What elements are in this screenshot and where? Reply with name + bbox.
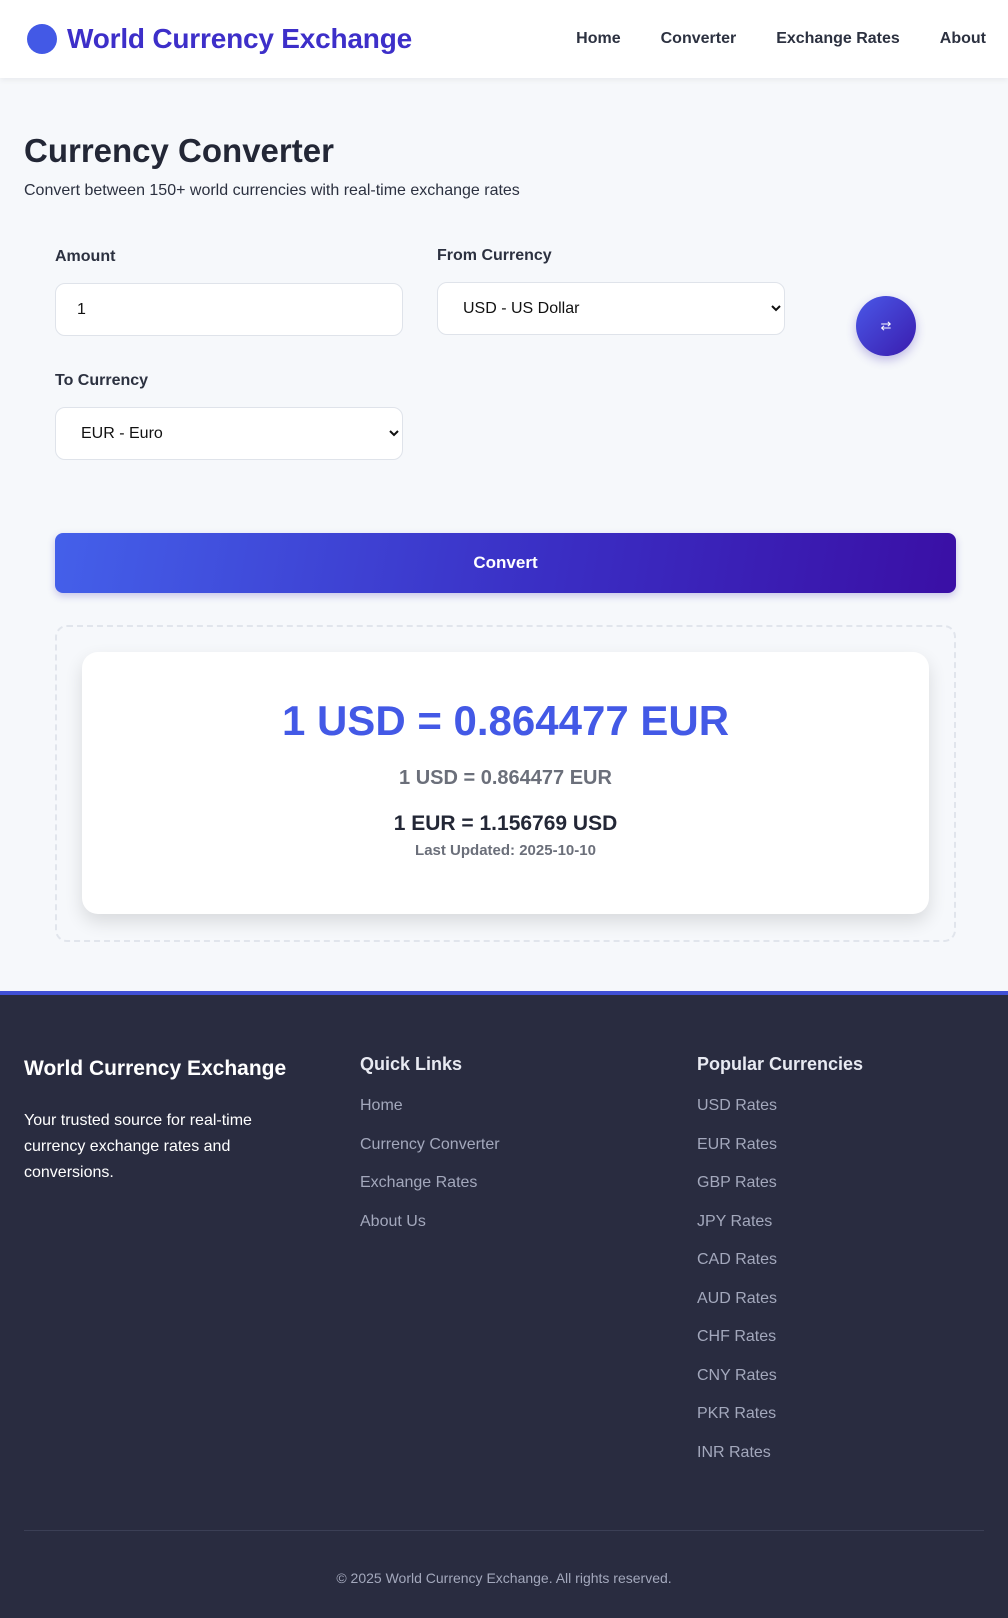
list-item: GBP Rates [697,1164,863,1203]
footer-link-aud[interactable]: AUD Rates [697,1290,777,1307]
page-title: Currency Converter [24,132,334,169]
from-currency-select[interactable]: USD - US Dollar [437,282,785,335]
quick-links-heading: Quick Links [360,1054,463,1074]
brand[interactable]: World Currency Exchange [27,23,412,55]
footer-link-about[interactable]: About Us [360,1213,426,1230]
result-container: 1 USD = 0.864477 EUR 1 USD = 0.864477 EU… [55,625,956,942]
to-currency-label: To Currency [55,372,149,389]
footer-link-inr[interactable]: INR Rates [697,1444,771,1461]
list-item: CAD Rates [697,1241,863,1280]
from-currency-label: From Currency [437,247,552,264]
amount-input[interactable] [55,283,403,336]
swap-icon: ⇄ [880,318,892,333]
list-item: PKR Rates [697,1395,863,1434]
last-updated: Last Updated: 2025-10-10 [415,842,596,859]
footer-link-home[interactable]: Home [360,1097,403,1114]
quick-links-list: Home Currency Converter Exchange Rates A… [360,1087,500,1241]
list-item: JPY Rates [697,1203,863,1242]
footer-link-cad[interactable]: CAD Rates [697,1251,777,1268]
nav-home[interactable]: Home [576,30,620,48]
footer-brand: World Currency Exchange [24,1057,287,1080]
convert-button[interactable]: Convert [55,533,956,593]
brand-title: World Currency Exchange [67,23,412,54]
footer-link-chf[interactable]: CHF Rates [697,1328,776,1345]
footer-quick-links: Quick Links Home Currency Converter Exch… [360,1054,500,1241]
list-item: AUD Rates [697,1280,863,1319]
list-item: INR Rates [697,1434,863,1473]
converter-form: Amount From Currency USD - US Dollar ⇄ T… [24,247,984,598]
site-header: World Currency Exchange Home Converter E… [0,0,1008,78]
site-footer: World Currency Exchange Your trusted sou… [0,991,1008,1618]
footer-divider [24,1530,984,1531]
footer-link-usd[interactable]: USD Rates [697,1097,777,1114]
popular-currencies-heading: Popular Currencies [697,1054,864,1074]
popular-currencies-list: USD Rates EUR Rates GBP Rates JPY Rates … [697,1087,863,1472]
main-nav: Home Converter Exchange Rates About [536,30,986,48]
to-currency-field: To Currency EUR - Euro [55,372,403,460]
result-inverse-rate: 1 EUR = 1.156769 USD [393,812,618,835]
nav-converter[interactable]: Converter [661,30,737,48]
copyright: © 2025 World Currency Exchange. All righ… [336,1570,672,1586]
to-currency-select[interactable]: EUR - Euro [55,407,403,460]
footer-about: World Currency Exchange Your trusted sou… [24,1057,294,1186]
list-item: CHF Rates [697,1318,863,1357]
result-card: 1 USD = 0.864477 EUR 1 USD = 0.864477 EU… [82,652,929,914]
swap-currencies-button[interactable]: ⇄ [856,296,916,356]
footer-description: Your trusted source for real-time curren… [24,1112,252,1181]
from-currency-field: From Currency USD - US Dollar [437,247,785,335]
list-item: Currency Converter [360,1126,500,1165]
footer-link-converter[interactable]: Currency Converter [360,1136,500,1153]
amount-label: Amount [55,248,116,265]
footer-link-exchange-rates[interactable]: Exchange Rates [360,1174,477,1191]
list-item: Exchange Rates [360,1164,500,1203]
list-item: USD Rates [697,1087,863,1126]
nav-exchange-rates[interactable]: Exchange Rates [776,30,900,48]
footer-link-gbp[interactable]: GBP Rates [697,1174,777,1191]
list-item: About Us [360,1203,500,1242]
logo-icon [27,24,57,54]
result-main-rate: 1 USD = 0.864477 EUR [281,697,730,744]
list-item: Home [360,1087,500,1126]
amount-field: Amount [55,248,403,336]
nav-about[interactable]: About [940,30,986,48]
footer-link-cny[interactable]: CNY Rates [697,1367,777,1384]
result-secondary-rate: 1 USD = 0.864477 EUR [399,767,612,789]
footer-link-eur[interactable]: EUR Rates [697,1136,777,1153]
list-item: CNY Rates [697,1357,863,1396]
footer-link-pkr[interactable]: PKR Rates [697,1405,776,1422]
list-item: EUR Rates [697,1126,863,1165]
page-subtitle: Convert between 150+ world currencies wi… [24,182,520,199]
footer-link-jpy[interactable]: JPY Rates [697,1213,772,1230]
footer-popular-currencies: Popular Currencies USD Rates EUR Rates G… [697,1054,864,1472]
